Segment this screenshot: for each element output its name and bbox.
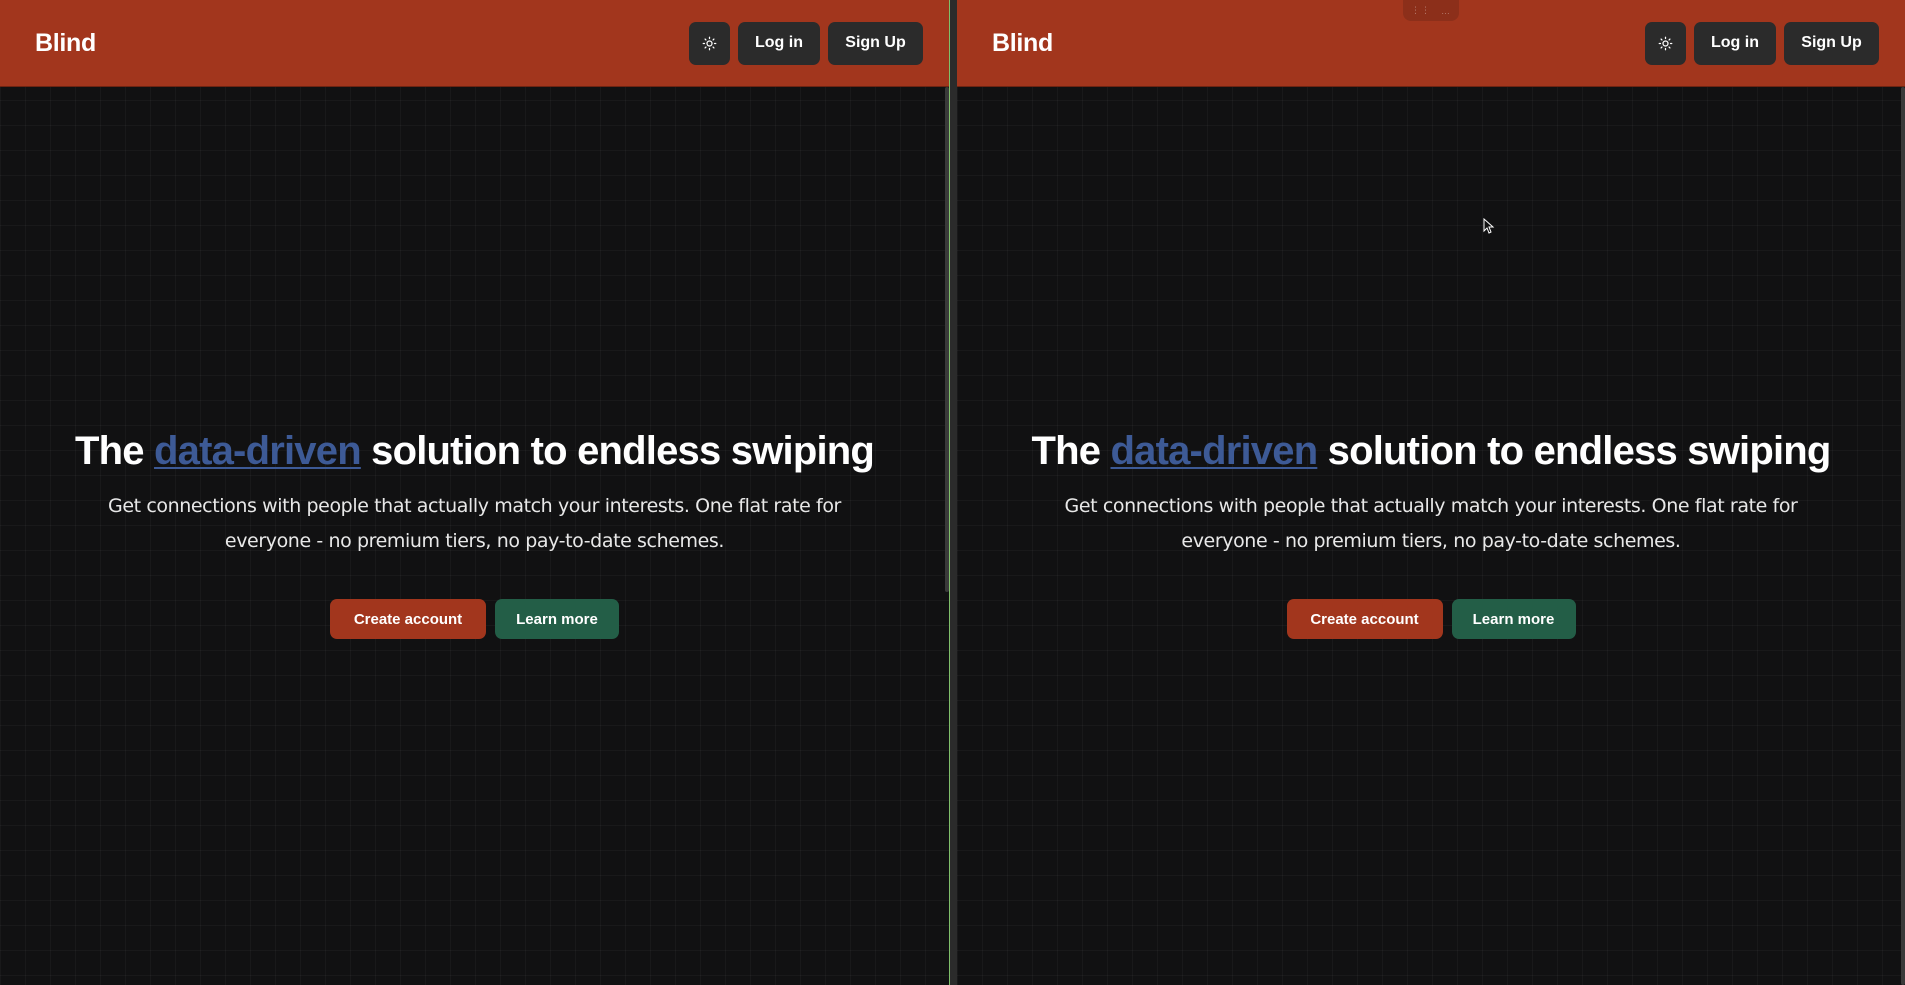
divider-accent-line	[949, 0, 950, 985]
nav-actions: Log in Sign Up	[689, 21, 923, 65]
signup-button[interactable]: Sign Up	[1784, 21, 1879, 65]
more-icon: …	[1441, 5, 1451, 16]
create-account-button[interactable]: Create account	[330, 599, 486, 639]
brand-logo[interactable]: Blind	[35, 29, 96, 58]
drag-grip-icon: ⋮⋮	[1411, 5, 1431, 15]
headline-highlight-link[interactable]: data-driven	[1111, 429, 1319, 473]
login-button[interactable]: Log in	[738, 21, 820, 65]
navbar: Blind Log in Sign Up	[0, 0, 949, 87]
headline-prefix: The	[74, 429, 145, 473]
sun-icon	[1658, 36, 1673, 51]
headline-prefix: The	[1031, 429, 1101, 473]
left-preview-pane: Blind Log in Sign Up The data-driven sol…	[0, 0, 949, 985]
login-button[interactable]: Log in	[1694, 21, 1776, 65]
hero-headline: The data-driven solution to endless swip…	[957, 425, 1905, 477]
right-preview-pane: Blind Log in Sign Up The data-driven sol…	[957, 0, 1905, 985]
brand-logo[interactable]: Blind	[992, 29, 1053, 58]
nav-actions: Log in Sign Up	[1645, 21, 1879, 65]
hero-section: The data-driven solution to endless swip…	[957, 425, 1905, 639]
hero-section: The data-driven solution to endless swip…	[0, 425, 949, 639]
sun-icon	[702, 36, 717, 51]
create-account-button[interactable]: Create account	[1286, 599, 1443, 639]
headline-suffix: solution to endless swiping	[371, 429, 875, 473]
vertical-scrollbar[interactable]	[1901, 87, 1905, 985]
headline-suffix: solution to endless swiping	[1327, 429, 1832, 473]
headline-highlight-link[interactable]: data-driven	[154, 429, 362, 473]
split-view-handle[interactable]: ⋮⋮ …	[1403, 0, 1459, 21]
hero-subtitle: Get connections with people that actuall…	[108, 495, 841, 552]
learn-more-button[interactable]: Learn more	[495, 599, 619, 639]
mouse-cursor-icon	[1483, 217, 1495, 239]
theme-toggle-button[interactable]	[1645, 21, 1686, 65]
pane-divider[interactable]	[949, 0, 957, 985]
cta-row: Create account Learn more	[0, 599, 949, 639]
theme-toggle-button[interactable]	[689, 21, 730, 65]
cta-row: Create account Learn more	[957, 599, 1905, 639]
hero-headline: The data-driven solution to endless swip…	[0, 425, 949, 477]
signup-button[interactable]: Sign Up	[828, 21, 923, 65]
learn-more-button[interactable]: Learn more	[1451, 599, 1576, 639]
hero-subtitle: Get connections with people that actuall…	[1064, 495, 1798, 552]
